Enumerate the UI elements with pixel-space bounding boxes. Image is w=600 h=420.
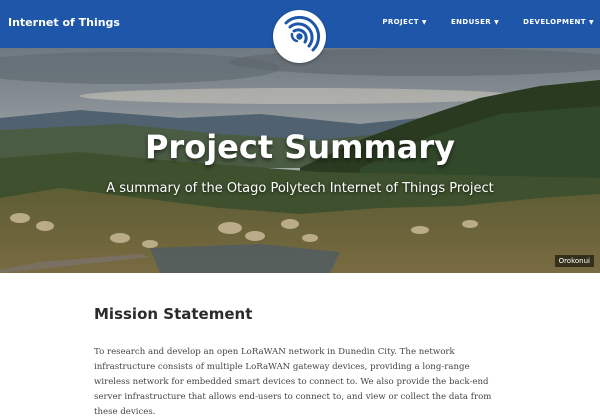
nav-item-enduser[interactable]: ENDUSER ▼ xyxy=(451,18,499,26)
page-subtitle: A summary of the Otago Polytech Internet… xyxy=(106,181,494,196)
main-content: Mission Statement To research and develo… xyxy=(94,305,504,420)
site-logo[interactable] xyxy=(273,10,326,63)
caret-down-icon: ▼ xyxy=(588,19,594,26)
caret-down-icon: ▼ xyxy=(421,19,427,26)
brand-link[interactable]: Internet of Things xyxy=(8,16,120,29)
photo-credit-label: Orokonui xyxy=(554,255,594,267)
nav-item-enduser-label: ENDUSER xyxy=(450,18,492,26)
nav-menu: PROJECT ▼ ENDUSER ▼ DEVELOPMENT ▼ xyxy=(358,18,594,26)
hero-banner: Project Summary A summary of the Otago P… xyxy=(0,48,600,273)
nav-item-development[interactable]: DEVELOPMENT ▼ xyxy=(523,18,594,26)
wireless-signal-icon xyxy=(284,15,321,52)
nav-item-project[interactable]: PROJECT ▼ xyxy=(382,18,427,26)
caret-down-icon: ▼ xyxy=(494,19,500,26)
mission-statement-text: To research and develop an open LoRaWAN … xyxy=(94,347,492,417)
nav-item-project-label: PROJECT xyxy=(382,18,419,26)
nav-item-development-label: DEVELOPMENT xyxy=(523,18,586,26)
mission-statement-heading: Mission Statement xyxy=(94,305,253,323)
page-title: Project Summary xyxy=(144,128,456,166)
